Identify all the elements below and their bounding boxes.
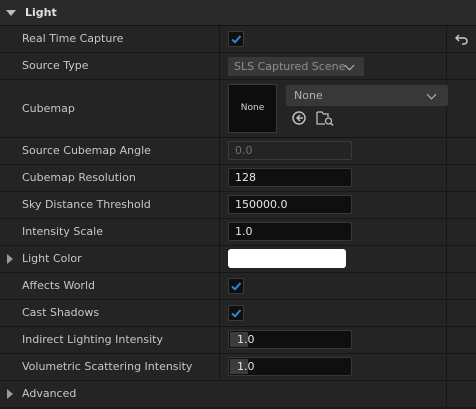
row-real-time-capture: Real Time Capture [0,26,476,53]
real-time-capture-label: Real Time Capture [22,32,124,45]
cubemap-resolution-input[interactable]: 128 [228,168,352,187]
source-type-value: SLS Captured Scene [234,60,346,73]
source-cubemap-angle-value: 0.0 [235,144,253,157]
intensity-scale-input[interactable]: 1.0 [228,222,352,241]
indirect-lighting-intensity-slider[interactable]: 1.0 [228,330,352,349]
advanced-label: Advanced [22,387,77,400]
row-cast-shadows: Cast Shadows [0,300,476,327]
real-time-capture-checkbox[interactable] [228,31,244,47]
chevron-down-icon [344,60,355,71]
row-source-type: Source Type SLS Captured Scene [0,53,476,80]
source-cubemap-angle-input[interactable]: 0.0 [228,141,352,160]
reset-to-default-icon[interactable] [455,33,469,45]
section-title: Light [25,6,57,19]
indirect-lighting-intensity-value: 1.0 [237,333,255,346]
cubemap-resolution-value: 128 [235,171,256,184]
sky-distance-threshold-label: Sky Distance Threshold [22,198,151,211]
expand-arrow-icon[interactable] [7,389,13,399]
indirect-lighting-intensity-label: Indirect Lighting Intensity [22,333,163,346]
cubemap-thumbnail-text: None [240,103,265,113]
cubemap-asset-value: None [294,89,323,102]
sky-distance-threshold-input[interactable]: 150000.0 [228,195,352,214]
expand-arrow-icon[interactable] [7,254,13,264]
source-type-label: Source Type [22,59,89,72]
light-color-label: Light Color [22,252,82,265]
collapse-arrow-icon[interactable] [6,9,16,16]
intensity-scale-label: Intensity Scale [22,225,103,238]
source-type-dropdown[interactable]: SLS Captured Scene [228,57,364,76]
row-volumetric-scattering-intensity: Volumetric Scattering Intensity 1.0 [0,354,476,381]
light-section-header[interactable]: Light [0,0,476,26]
row-intensity-scale: Intensity Scale 1.0 [0,219,476,246]
use-selected-asset-icon[interactable] [291,110,307,126]
checkmark-icon [231,309,242,318]
intensity-scale-value: 1.0 [235,225,253,238]
row-light-color: Light Color [0,246,476,273]
row-sky-distance-threshold: Sky Distance Threshold 150000.0 [0,192,476,219]
cubemap-label: Cubemap [22,102,75,115]
row-indirect-lighting-intensity: Indirect Lighting Intensity 1.0 [0,327,476,354]
browse-to-asset-icon[interactable] [316,110,334,126]
row-cubemap-resolution: Cubemap Resolution 128 [0,165,476,192]
volumetric-scattering-intensity-value: 1.0 [237,360,255,373]
row-advanced[interactable]: Advanced [0,381,476,407]
volumetric-scattering-intensity-label: Volumetric Scattering Intensity [22,360,193,373]
light-color-swatch[interactable] [228,249,346,268]
row-affects-world: Affects World [0,273,476,300]
details-panel: Light Real Time Capture Source Type SLS … [0,0,476,409]
affects-world-label: Affects World [22,279,95,292]
cubemap-asset-picker[interactable]: None [286,85,448,106]
volumetric-scattering-intensity-slider[interactable]: 1.0 [228,357,352,376]
checkmark-icon [231,35,242,44]
row-source-cubemap-angle: Source Cubemap Angle 0.0 [0,138,476,165]
cast-shadows-label: Cast Shadows [22,306,100,319]
checkmark-icon [231,282,242,291]
cubemap-thumbnail[interactable]: None [228,84,277,133]
cast-shadows-checkbox[interactable] [228,305,244,321]
cubemap-resolution-label: Cubemap Resolution [22,171,136,184]
source-cubemap-angle-label: Source Cubemap Angle [22,144,151,157]
affects-world-checkbox[interactable] [228,278,244,294]
chevron-down-icon [426,89,437,100]
sky-distance-threshold-value: 150000.0 [235,198,288,211]
